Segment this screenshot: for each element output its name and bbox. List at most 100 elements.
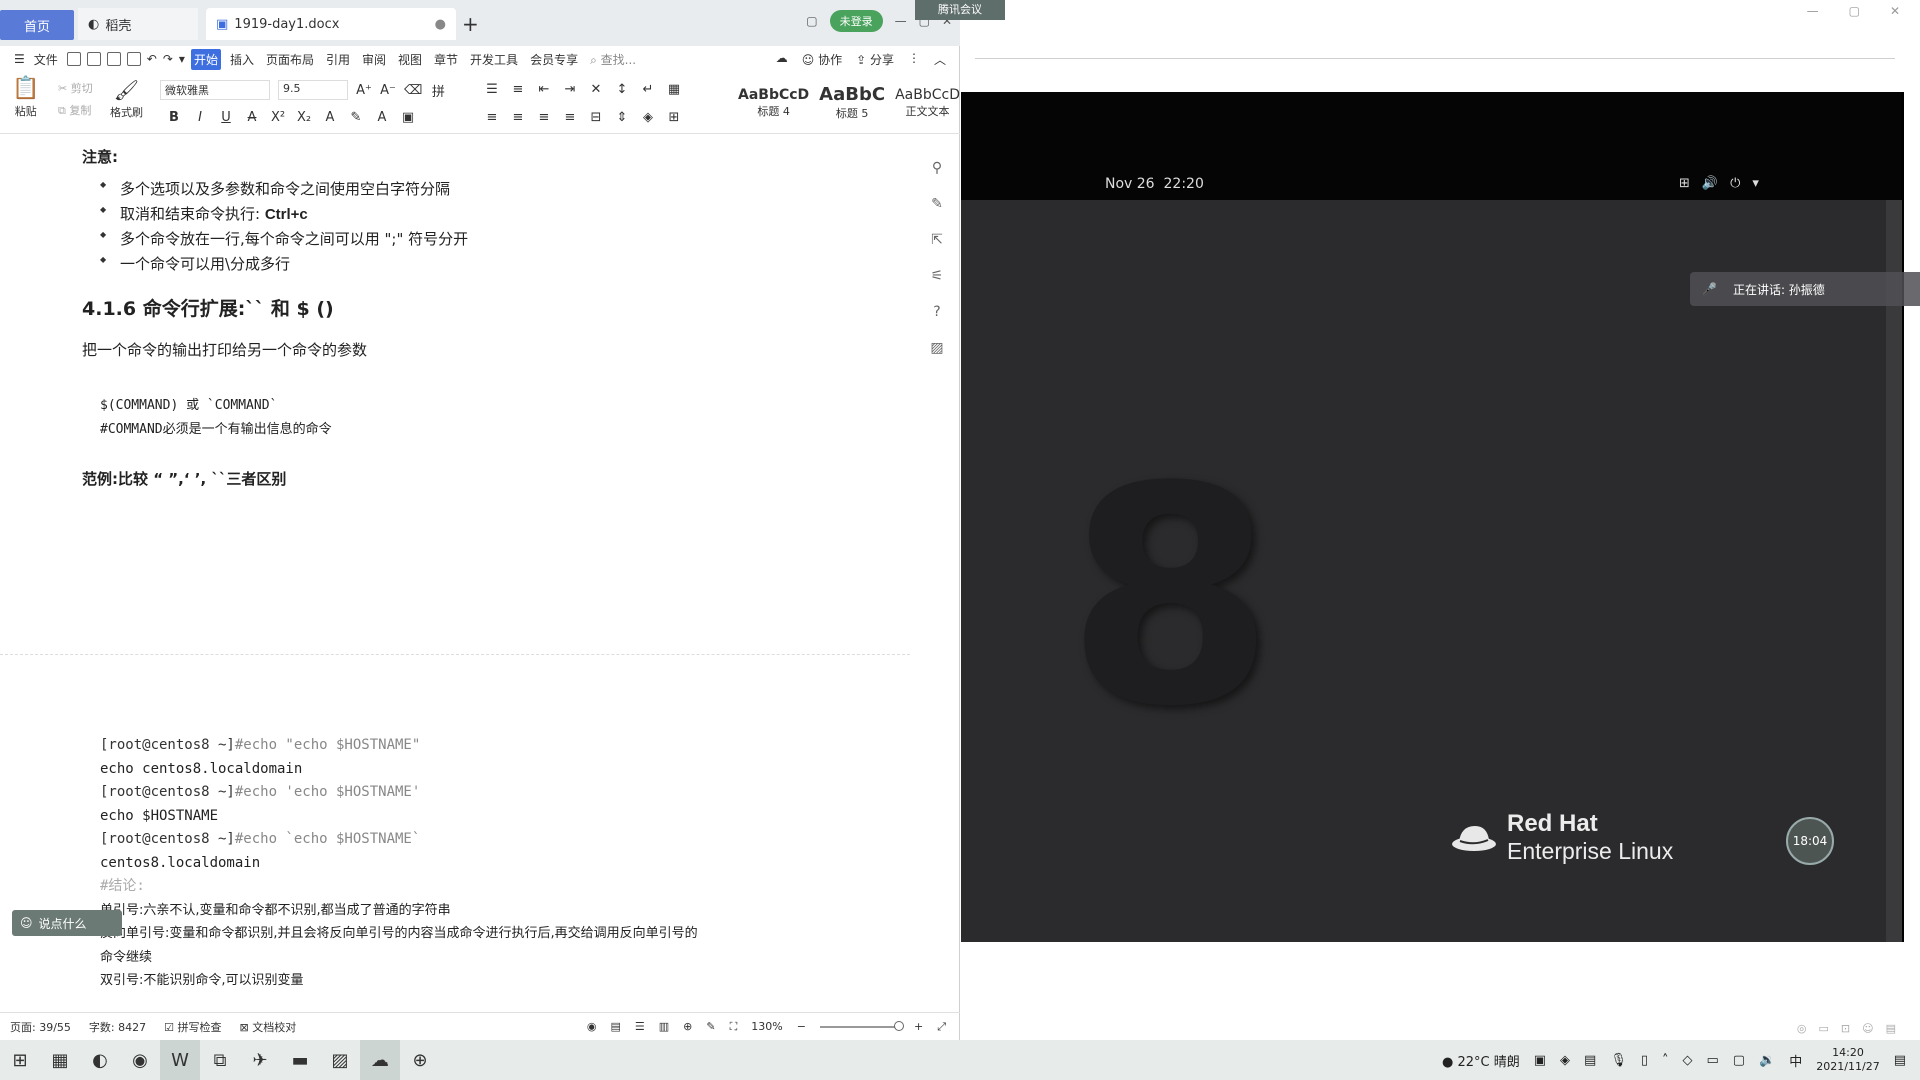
layout-icon[interactable]: ▢ [806, 14, 817, 28]
menu-insert[interactable]: 插入 [227, 49, 257, 70]
gnome-clock[interactable]: Nov 26 22:20 [1105, 176, 1204, 192]
chinese-layout-icon[interactable]: ✕ [588, 80, 604, 98]
notification-icon[interactable]: ▤ [1894, 1053, 1906, 1068]
clear-format-icon[interactable]: ⌫ [404, 81, 422, 99]
unsaved-dot-icon[interactable]: ● [435, 17, 446, 32]
network-icon[interactable]: ▢ [1733, 1053, 1745, 1068]
menu-devtools[interactable]: 开发工具 [467, 49, 521, 70]
menu-layout[interactable]: 页面布局 [263, 49, 317, 70]
taskbar-app-vm[interactable]: ▦ [40, 1040, 80, 1080]
style-heading5[interactable]: AaBbC 标题 5 [819, 84, 885, 121]
taskbar-app-chrome[interactable]: ◉ [120, 1040, 160, 1080]
share-screen-icon[interactable]: ⊡ [1841, 1022, 1850, 1035]
table-tools-icon[interactable]: ▦ [666, 80, 682, 98]
proofread-button[interactable]: ⊠ 文档校对 [239, 1019, 296, 1035]
camera-icon[interactable]: ▭ [1819, 1022, 1829, 1035]
more-icon[interactable]: ⋮ [908, 51, 920, 68]
justify-icon[interactable]: ≡ [562, 108, 578, 126]
web-view-icon[interactable]: ⊕ [683, 1020, 692, 1033]
taskbar-app-browser[interactable]: ⊕ [400, 1040, 440, 1080]
taskbar-app-edge[interactable]: ◐ [80, 1040, 120, 1080]
text-effect-icon[interactable]: A [322, 108, 338, 126]
tray-app-icon[interactable]: ◈ [1560, 1053, 1570, 1068]
edit-icon[interactable]: ✎ [931, 196, 943, 212]
usb-icon[interactable]: ▯ [1641, 1053, 1648, 1068]
sort-icon[interactable]: ↕ [614, 80, 630, 98]
taskbar-app-wps[interactable]: W [160, 1040, 200, 1080]
write-view-icon[interactable]: ✎ [706, 1020, 715, 1033]
minimize-icon[interactable]: — [1807, 4, 1819, 18]
print-icon[interactable] [106, 52, 121, 66]
meeting-timer[interactable]: 18:04 [1786, 817, 1834, 865]
tab-document[interactable]: ▣ 1919-day1.docx ● [206, 8, 456, 40]
taskbar-app-bird[interactable]: ✈ [240, 1040, 280, 1080]
tray-app-icon[interactable]: ▣ [1534, 1053, 1546, 1068]
taskbar-app-explorer[interactable]: ▬ [280, 1040, 320, 1080]
zoom-level[interactable]: 130% [751, 1020, 782, 1033]
gnome-status-area[interactable]: ⊞ 🔊 ⏻ ▾ [1679, 176, 1759, 191]
tray-overflow-icon[interactable]: ˄ [1662, 1053, 1669, 1068]
share-button[interactable]: ⇪ 分享 [856, 51, 894, 68]
vm-scrollbar[interactable] [1886, 200, 1902, 942]
save-icon[interactable] [66, 52, 81, 66]
underline-icon[interactable]: U [218, 108, 234, 126]
security-icon[interactable]: ◇ [1683, 1053, 1693, 1068]
format-painter-button[interactable]: 🖌 格式刷 [110, 78, 143, 120]
minimize-icon[interactable]: — [895, 14, 907, 28]
italic-icon[interactable]: I [192, 108, 208, 126]
line-spacing-icon[interactable]: ⇕ [614, 108, 630, 126]
meeting-app-tag[interactable]: 腾讯会议 [915, 0, 1005, 20]
show-marks-icon[interactable]: ↵ [640, 80, 656, 98]
menu-start[interactable]: 开始 [190, 48, 221, 70]
settings-sliders-icon[interactable]: ⚟ [931, 268, 944, 284]
number-list-icon[interactable]: ≡ [510, 80, 526, 98]
weather-widget[interactable]: ● 22°C 晴朗 [1442, 1051, 1520, 1070]
close-icon[interactable]: ✕ [1890, 4, 1900, 18]
distribute-icon[interactable]: ⊟ [588, 108, 604, 126]
subscript-icon[interactable]: X₂ [296, 108, 312, 126]
zoom-out-icon[interactable]: − [797, 1020, 806, 1033]
increase-indent-icon[interactable]: ⇥ [562, 80, 578, 98]
border-icon[interactable]: ⊞ [666, 108, 682, 126]
char-border-icon[interactable]: ▣ [400, 108, 416, 126]
new-tab-button[interactable]: + [462, 12, 479, 36]
cloud-sync-icon[interactable]: ☁ [776, 51, 788, 68]
maximize-icon[interactable]: ▢ [1849, 4, 1860, 18]
preview-icon[interactable] [126, 52, 141, 66]
taskbar-app-window[interactable]: ⧉ [200, 1040, 240, 1080]
undo-icon[interactable]: ↶ [147, 52, 157, 66]
login-button[interactable]: 未登录 [829, 10, 883, 32]
tab-home[interactable]: 首页 [0, 10, 74, 40]
chat-icon[interactable]: ▤ [1886, 1022, 1896, 1035]
search-box[interactable]: ⌕ 查找... [587, 49, 639, 70]
mic-icon[interactable]: ◎ [1797, 1022, 1807, 1035]
collab-button[interactable]: ☺ 协作 [802, 51, 842, 68]
pointer-icon[interactable]: ⇱ [931, 232, 943, 248]
outline-view-icon[interactable]: ☰ [635, 1020, 645, 1033]
chat-input-pill[interactable]: ☺ 说点什么 [12, 910, 122, 936]
battery-icon[interactable]: ▭ [1707, 1053, 1719, 1068]
font-color-icon[interactable]: A [374, 108, 390, 126]
document-canvas[interactable]: 注意: 多个选项以及多参数和命令之间使用空白字符分隔 取消和结束命令执行: Ct… [0, 134, 910, 1010]
menu-member[interactable]: 会员专享 [527, 49, 581, 70]
export-pdf-icon[interactable] [86, 52, 101, 66]
quick-dropdown-icon[interactable]: ▾ [179, 52, 185, 66]
strikethrough-icon[interactable]: A [244, 108, 260, 126]
font-size-select[interactable]: 9.5 [278, 80, 348, 100]
ime-indicator[interactable]: 中 [1789, 1051, 1802, 1070]
align-center-icon[interactable]: ≡ [510, 108, 526, 126]
members-icon[interactable]: ☺ [1862, 1022, 1873, 1035]
fullscreen-icon[interactable]: ⤢ [937, 1020, 946, 1034]
taskbar-app-meeting[interactable]: ☁ [360, 1040, 400, 1080]
pin-icon[interactable]: ⚲ [932, 160, 942, 176]
redo-icon[interactable]: ↷ [163, 52, 173, 66]
system-clock[interactable]: 14:20 2021/11/27 [1816, 1046, 1879, 1074]
highlight-icon[interactable]: ✎ [348, 108, 364, 126]
taskbar-app-photos[interactable]: ▨ [320, 1040, 360, 1080]
pinyin-icon[interactable]: 拼 [430, 81, 446, 100]
bullet-list-icon[interactable]: ☰ [484, 80, 500, 98]
copy-button[interactable]: ⧉ 复制 [58, 102, 91, 118]
menu-section[interactable]: 章节 [431, 49, 461, 70]
page-view-icon[interactable]: ▤ [610, 1020, 620, 1033]
menu-reference[interactable]: 引用 [323, 49, 353, 70]
